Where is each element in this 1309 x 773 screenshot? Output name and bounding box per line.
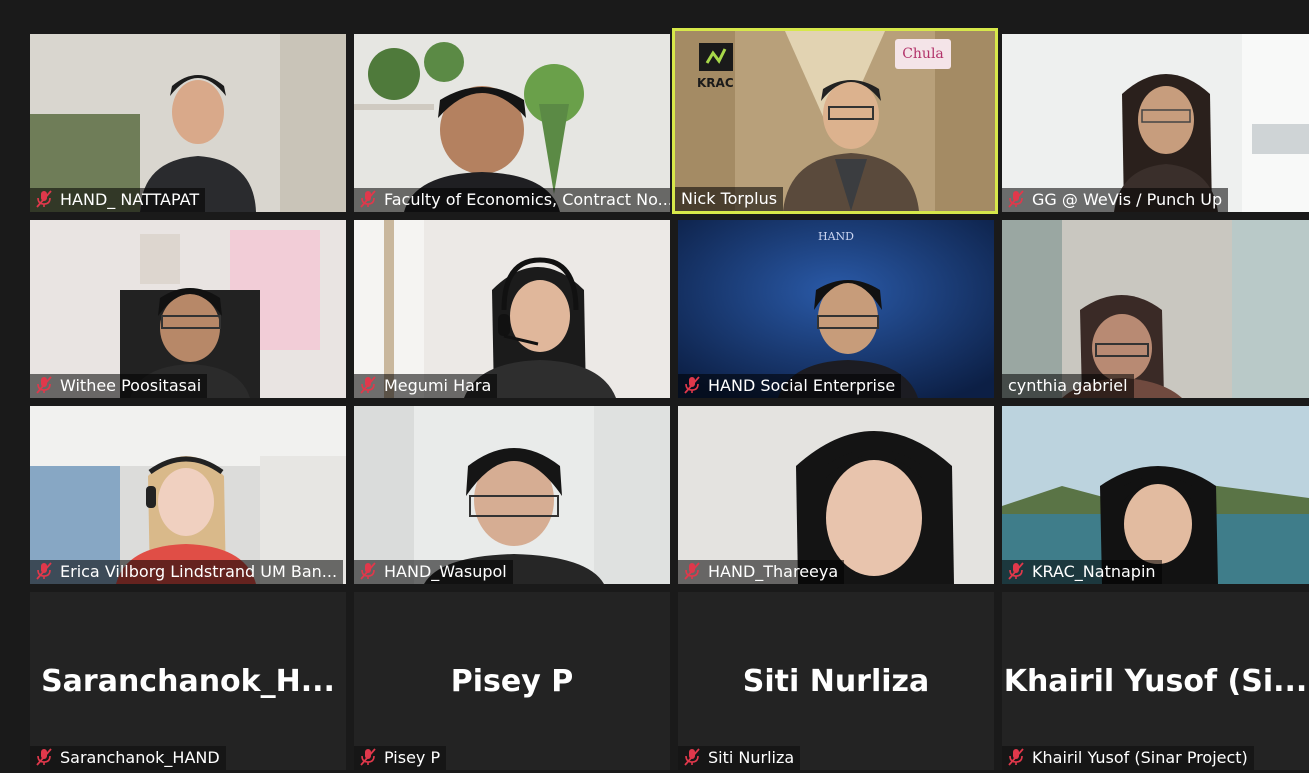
svg-text:KRAC: KRAC bbox=[697, 76, 734, 89]
participant-tile-video-off[interactable]: Saranchanok_H... Saranchanok_HAND bbox=[30, 592, 346, 770]
participant-name: Siti Nurliza bbox=[708, 748, 795, 767]
participant-name: KRAC_Natnapin bbox=[1032, 562, 1156, 581]
participant-tile[interactable]: HAND_Thareeya bbox=[678, 406, 994, 584]
participant-name: Saranchanok_HAND bbox=[60, 748, 220, 767]
participant-video bbox=[354, 406, 670, 584]
participant-name-tag: Faculty of Economics, Contract No... bbox=[354, 188, 670, 212]
participant-display-name: Pisey P bbox=[450, 664, 574, 699]
participant-video bbox=[354, 34, 670, 212]
participant-tile[interactable]: Erica Villborg Lindstrand UM Ban... bbox=[30, 406, 346, 584]
participant-tile-video-off[interactable]: Siti Nurliza Siti Nurliza bbox=[678, 592, 994, 770]
participant-tile[interactable]: cynthia gabriel bbox=[1002, 220, 1309, 398]
participant-video bbox=[30, 34, 346, 212]
participant-name-tag: HAND Social Enterprise bbox=[678, 374, 902, 398]
muted-mic-icon bbox=[684, 376, 700, 394]
participant-video bbox=[30, 220, 346, 398]
participant-video bbox=[678, 406, 994, 584]
participant-tile[interactable]: HAND_ NATTAPAT bbox=[30, 34, 346, 212]
participant-name-tag: Khairil Yusof (Sinar Project) bbox=[1002, 746, 1254, 770]
participant-name-tag: Siti Nurliza bbox=[678, 746, 801, 770]
participant-name-tag: Withee Poositasai bbox=[30, 374, 208, 398]
participant-video bbox=[30, 406, 346, 584]
muted-mic-icon bbox=[36, 562, 52, 580]
participant-name: Nick Torplus bbox=[681, 189, 778, 208]
muted-mic-icon bbox=[1008, 190, 1024, 208]
participant-name: HAND_Wasupol bbox=[384, 562, 507, 581]
participant-name-tag: Saranchanok_HAND bbox=[30, 746, 226, 770]
krac-logo: KRAC bbox=[697, 43, 734, 89]
participant-video bbox=[354, 220, 670, 398]
muted-mic-icon bbox=[36, 190, 52, 208]
participant-name-tag: HAND_Thareeya bbox=[678, 560, 845, 584]
muted-mic-icon bbox=[360, 748, 376, 766]
participant-tile[interactable]: HAND_Wasupol bbox=[354, 406, 670, 584]
participant-name: cynthia gabriel bbox=[1008, 376, 1128, 395]
participant-tile[interactable]: Withee Poositasai bbox=[30, 220, 346, 398]
participant-name-tag: GG @ WeVis / Punch Up bbox=[1002, 188, 1229, 212]
participant-tile-video-off[interactable]: Khairil Yusof (Si... Khairil Yusof (Sina… bbox=[1002, 592, 1309, 770]
participant-name-tag: KRAC_Natnapin bbox=[1002, 560, 1162, 584]
muted-mic-icon bbox=[684, 748, 700, 766]
muted-mic-icon bbox=[360, 376, 376, 394]
participant-name: HAND_Thareeya bbox=[708, 562, 839, 581]
participant-name: Megumi Hara bbox=[384, 376, 492, 395]
participant-name-tag: Pisey P bbox=[354, 746, 447, 770]
participant-name: Faculty of Economics, Contract No... bbox=[384, 190, 670, 209]
participant-name-tag: Erica Villborg Lindstrand UM Ban... bbox=[30, 560, 344, 584]
participant-name-tag: HAND_ NATTAPAT bbox=[30, 188, 206, 212]
participant-video bbox=[1002, 34, 1309, 212]
participant-tile[interactable]: GG @ WeVis / Punch Up bbox=[1002, 34, 1309, 212]
muted-mic-icon bbox=[1008, 562, 1024, 580]
participant-tile[interactable]: KRAC_Natnapin bbox=[1002, 406, 1309, 584]
muted-mic-icon bbox=[684, 562, 700, 580]
participant-name-tag: Nick Torplus bbox=[675, 187, 784, 211]
participant-name: GG @ WeVis / Punch Up bbox=[1032, 190, 1223, 209]
participant-video bbox=[1002, 406, 1309, 584]
participant-video bbox=[678, 220, 994, 398]
participant-tile[interactable]: Faculty of Economics, Contract No... bbox=[354, 34, 670, 212]
muted-mic-icon bbox=[360, 190, 376, 208]
participant-tile[interactable]: HAND HAND Social Enterprise bbox=[678, 220, 994, 398]
participant-display-name: Khairil Yusof (Si... bbox=[1003, 664, 1308, 699]
participant-name-tag: HAND_Wasupol bbox=[354, 560, 513, 584]
participant-name: HAND_ NATTAPAT bbox=[60, 190, 200, 209]
participant-tile-active-speaker[interactable]: KRAC Chula Nick Torplus bbox=[672, 28, 998, 214]
hand-logo: HAND bbox=[818, 230, 854, 243]
muted-mic-icon bbox=[36, 748, 52, 766]
gallery-view: HAND_ NATTAPAT Faculty of Economics, Con… bbox=[0, 0, 1309, 773]
participant-name: Erica Villborg Lindstrand UM Ban... bbox=[60, 562, 338, 581]
participant-name: Withee Poositasai bbox=[60, 376, 202, 395]
participant-display-name: Siti Nurliza bbox=[742, 664, 930, 699]
chula-logo: Chula bbox=[895, 39, 951, 69]
participant-name: HAND Social Enterprise bbox=[708, 376, 896, 395]
participant-display-name: Saranchanok_H... bbox=[41, 664, 335, 699]
participant-name-tag: cynthia gabriel bbox=[1002, 374, 1134, 398]
participant-video bbox=[1002, 220, 1309, 398]
muted-mic-icon bbox=[360, 562, 376, 580]
participant-name-tag: Megumi Hara bbox=[354, 374, 498, 398]
muted-mic-icon bbox=[1008, 748, 1024, 766]
participant-tile-video-off[interactable]: Pisey P Pisey P bbox=[354, 592, 670, 770]
muted-mic-icon bbox=[36, 376, 52, 394]
participant-name: Khairil Yusof (Sinar Project) bbox=[1032, 748, 1248, 767]
participant-tile[interactable]: Megumi Hara bbox=[354, 220, 670, 398]
participant-name: Pisey P bbox=[384, 748, 441, 767]
